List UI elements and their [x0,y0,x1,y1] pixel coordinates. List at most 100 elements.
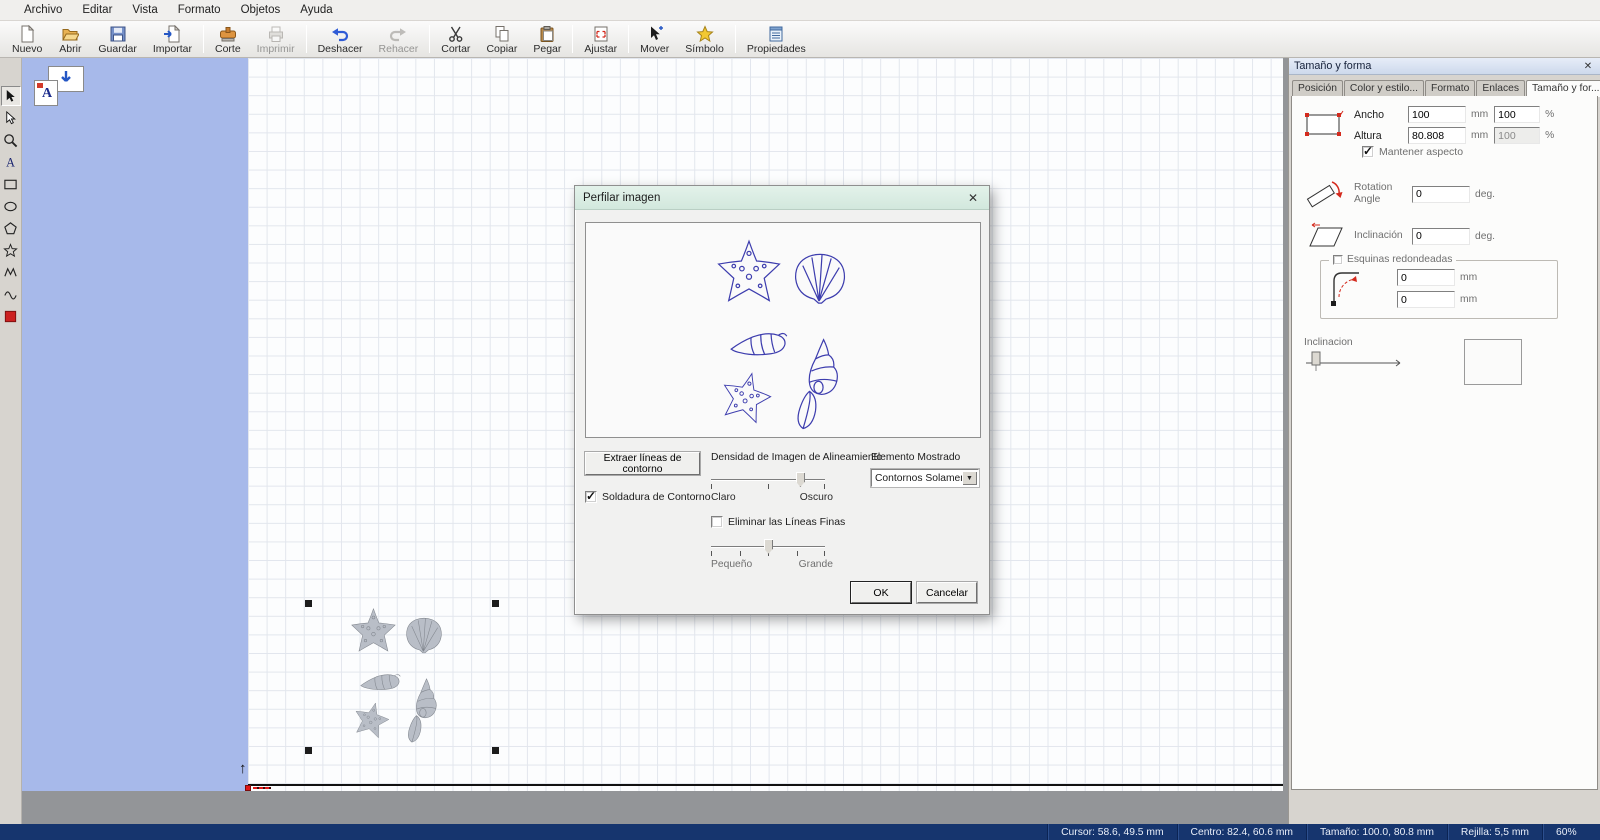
density-slider[interactable] [711,472,825,490]
cut-plot-button[interactable]: Corte [207,22,249,56]
tool-color-swatch[interactable] [0,306,21,326]
star-icon [695,25,714,43]
width-mm-input[interactable] [1408,106,1466,123]
dialog-close-icon[interactable] [965,190,981,206]
density-slider-thumb[interactable] [795,472,805,487]
tool-direct-select[interactable] [0,108,21,128]
skew-unit: deg. [1475,230,1496,242]
print-button[interactable]: Imprimir [249,22,303,56]
dialog-titlebar[interactable]: Perfilar imagen [575,186,989,210]
chevron-down-icon[interactable] [962,471,977,485]
page-margin-area[interactable] [22,58,248,791]
height-mm-input[interactable] [1408,127,1466,144]
fit-button[interactable]: Ajustar [576,22,625,56]
origin-marker[interactable] [245,785,251,791]
slant-slider[interactable] [1302,348,1422,375]
height-pct-input[interactable] [1494,127,1541,144]
selection-handle-top-left[interactable] [305,600,312,607]
pentagon-icon [4,221,17,234]
redo-arrow-icon [389,25,407,43]
cancel-button[interactable]: Cancelar [917,582,977,603]
selected-image[interactable] [340,598,456,749]
extract-contour-button[interactable]: Extraer líneas de contorno [585,452,700,475]
menu-vista[interactable]: Vista [122,4,167,16]
magnifier-icon [4,133,18,147]
tool-curve[interactable] [0,284,21,304]
printer-icon [267,25,285,43]
corner-radius1-input[interactable] [1397,269,1455,286]
paste-button[interactable]: Pegar [525,22,569,56]
symbol-button[interactable]: Símbolo [677,22,732,56]
rotation-icon [1302,176,1354,212]
slant-preview-box [1464,339,1522,385]
tool-ellipse[interactable] [0,196,21,216]
panel-close-icon[interactable] [1581,60,1595,73]
selection-handle-bottom-left[interactable] [305,747,312,754]
keep-aspect-checkbox[interactable] [1362,144,1374,158]
tab-formato[interactable]: Formato [1425,80,1476,96]
outline-preview-art [701,226,866,434]
new-button[interactable]: Nuevo [4,22,50,56]
open-button[interactable]: Abrir [50,22,90,56]
tool-polyline[interactable] [0,262,21,282]
tab-posicion[interactable]: Posición [1292,80,1343,96]
toolbar-separator [429,25,431,53]
undo-button[interactable]: Deshacer [310,22,371,56]
properties-button[interactable]: Propiedades [739,22,814,56]
tab-enlaces[interactable]: Enlaces [1476,80,1526,96]
density-light-label: Claro [711,492,736,503]
size-slider[interactable] [711,539,825,557]
slant-label: Inclinacion [1304,337,1353,348]
tab-color-estilo[interactable]: Color y estilo... [1343,80,1425,96]
keep-aspect-label: Mantener aspecto [1379,146,1464,158]
cut-button[interactable]: Cortar [433,22,478,56]
tool-polygon[interactable] [0,218,21,238]
outline-preview [585,222,981,438]
zigzag-icon [4,266,17,276]
remove-thin-lines-label: Eliminar las Líneas Finas [728,516,846,528]
menu-archivo[interactable]: Archivo [14,4,72,16]
tab-tamano-forma[interactable]: Tamaño y for... [1526,80,1600,97]
element-shown-select[interactable]: Contornos Solamente [871,469,979,487]
skew-input[interactable] [1412,227,1470,245]
canvas-corner-widget [32,64,92,108]
copy-icon [493,25,511,43]
tool-zoom[interactable] [0,130,21,150]
properties-icon [767,25,785,43]
tool-rectangle[interactable] [0,174,21,194]
menu-bar: Archivo Editar Vista Formato Objetos Ayu… [0,0,1600,21]
new-document-icon [18,25,36,43]
selection-handle-bottom-right[interactable] [492,747,499,754]
corner-radius2-input[interactable] [1397,291,1455,308]
dialog-title: Perfilar imagen [583,191,661,204]
redo-button[interactable]: Rehacer [371,22,427,56]
menu-ayuda[interactable]: Ayuda [290,4,342,16]
menu-editar[interactable]: Editar [72,4,122,16]
element-shown-label: Elemento Mostrado [871,452,961,463]
weld-contour-checkbox[interactable] [585,489,597,503]
remove-thin-lines-checkbox[interactable] [711,516,723,528]
origin-up-arrow-icon: ↑ [239,760,247,777]
selection-handle-top-right[interactable] [492,600,499,607]
tool-select[interactable] [0,86,21,106]
width-label: Ancho [1354,108,1385,121]
menu-formato[interactable]: Formato [168,4,231,16]
copy-button[interactable]: Copiar [478,22,525,56]
move-button[interactable]: Mover [632,22,677,56]
tool-star[interactable] [0,240,21,260]
ok-button[interactable]: OK [851,582,911,603]
rounded-corners-checkbox[interactable] [1333,254,1343,265]
import-button[interactable]: Importar [145,22,200,56]
toolbar-separator [305,25,307,53]
panel-titlebar: Tamaño y forma [1289,58,1600,75]
status-size: Tamaño: 100.0, 80.8 mm [1306,824,1447,840]
size-slider-thumb[interactable] [764,539,773,554]
outline-image-dialog: Perfilar imagen Extraer líneas de contor… [574,185,990,615]
rotation-input[interactable] [1412,185,1470,203]
menu-objetos[interactable]: Objetos [231,4,291,16]
save-button[interactable]: Guardar [90,22,145,56]
width-pct-input[interactable] [1494,106,1541,123]
tool-text[interactable]: A [0,152,21,172]
status-center: Centro: 82.4, 60.6 mm [1176,824,1306,840]
toolbar: Nuevo Abrir Guardar Importar Corte Impri… [0,21,1600,58]
